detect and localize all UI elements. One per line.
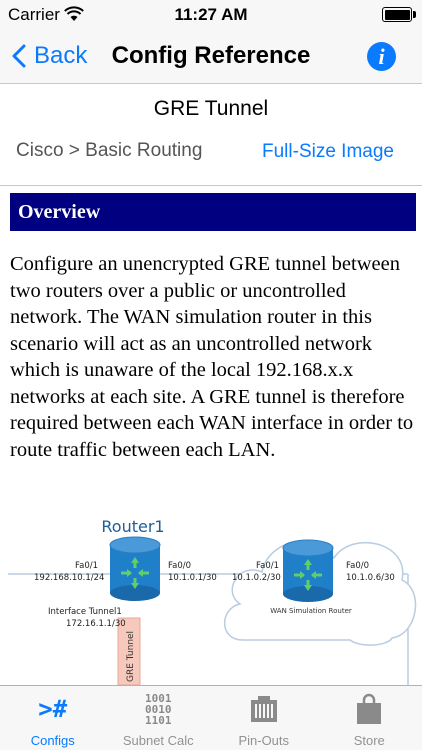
tunnel-interface-ip: 172.16.1.1/30 (66, 619, 126, 629)
tab-store-label: Store (353, 733, 385, 748)
tab-bar: ># Configs 1001 0010 1101 Subnet Calc Pi… (0, 685, 422, 750)
wan-router-name: WAN Simulation Router (270, 607, 352, 615)
nav-title: Config Reference (111, 42, 311, 69)
network-diagram: GRE Tunnel Router1 Fa0/1 192.168.10.1/24… (8, 517, 417, 685)
wan-fa01-ip: 10.1.0.2/30 (232, 573, 281, 583)
tab-pin-outs[interactable]: Pin-Outs (211, 686, 317, 750)
connector-icon (250, 696, 277, 722)
status-bar: Carrier 11:27 AM (0, 0, 422, 28)
shopping-bag-icon (357, 693, 382, 724)
router1-name: Router1 (101, 517, 164, 536)
info-button[interactable]: i (367, 42, 396, 71)
divider (0, 185, 422, 186)
overview-text: Configure an unencrypted GRE tunnel betw… (10, 253, 414, 461)
r1-fa00-label: Fa0/0 (168, 561, 191, 571)
binary-icon: 1001 0010 1101 (145, 691, 172, 727)
tunnel-interface-label: Interface Tunnel1 (48, 607, 122, 617)
wan-router-icon (282, 539, 334, 602)
tab-configs-label: Configs (30, 733, 75, 748)
battery-nub (413, 11, 416, 18)
battery-icon (382, 7, 412, 22)
navigation-bar: Back Config Reference i (0, 28, 422, 84)
r1-fa01-label: Fa0/1 (75, 561, 98, 571)
tab-pin-outs-label: Pin-Outs (238, 733, 290, 748)
tab-subnet-calc[interactable]: 1001 0010 1101 Subnet Calc (106, 686, 212, 750)
r1-fa00-ip: 10.1.0.1/30 (168, 573, 217, 583)
router1-icon (109, 536, 161, 601)
breadcrumb: Cisco > Basic Routing (16, 140, 203, 161)
gre-tunnel-label: GRE Tunnel (126, 631, 136, 682)
clock: 11:27 AM (174, 5, 248, 24)
configs-icon: ># (38, 695, 68, 723)
wan-fa01-label: Fa0/1 (256, 561, 279, 571)
r1-fa01-ip: 192.168.10.1/24 (34, 573, 104, 583)
wan-fa00-ip: 10.1.0.6/30 (346, 573, 395, 583)
full-size-image-link[interactable]: Full-Size Image (262, 141, 394, 163)
tab-store[interactable]: Store (317, 686, 422, 750)
overview-heading: Overview (10, 193, 416, 231)
tab-configs[interactable]: ># Configs (0, 686, 106, 750)
page-title: GRE Tunnel (153, 97, 269, 120)
tab-subnet-calc-label: Subnet Calc (122, 733, 194, 748)
wan-fa00-label: Fa0/0 (346, 561, 369, 571)
